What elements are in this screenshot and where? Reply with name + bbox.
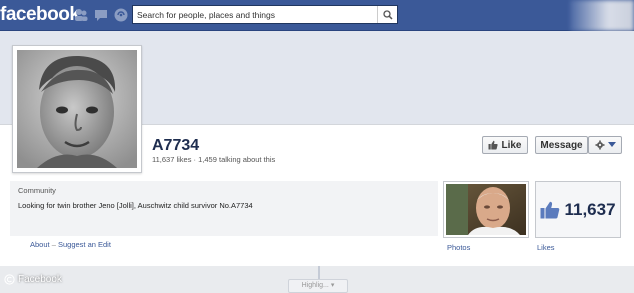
message-button[interactable]: Message — [535, 136, 588, 154]
like-button[interactable]: Like — [482, 136, 528, 154]
blurred-corner — [570, 0, 634, 31]
search-bar — [132, 5, 398, 24]
messages-icon[interactable] — [93, 7, 109, 23]
profile-picture[interactable] — [12, 45, 142, 173]
page-category: Community — [18, 186, 56, 195]
copyright-icon — [4, 274, 15, 285]
thumbs-up-icon — [488, 140, 499, 150]
about-links: About – Suggest an Edit — [30, 240, 111, 249]
facebook-logo[interactable]: facebook — [0, 4, 80, 26]
highlights-dropdown[interactable]: Highlig... ▾ — [288, 279, 348, 293]
like-button-label: Like — [501, 139, 522, 151]
top-navigation-bar: facebook — [0, 0, 634, 31]
chevron-down-icon — [607, 142, 616, 147]
highlights-label: Highlig... — [301, 282, 329, 289]
likes-count: 11,637 — [564, 199, 616, 219]
page-stats: 11,637 likes · 1,459 talking about this — [152, 155, 276, 164]
link-separator: – — [51, 240, 56, 249]
settings-dropdown-button[interactable] — [588, 136, 622, 154]
likes-link[interactable]: Likes — [537, 243, 555, 252]
message-button-label: Message — [540, 139, 583, 151]
image-credit: Facebook — [4, 274, 62, 285]
friend-requests-icon[interactable] — [73, 7, 89, 23]
search-icon — [382, 9, 393, 20]
about-link[interactable]: About — [30, 240, 50, 249]
page-title: A7734 — [152, 137, 200, 154]
notifications-icon[interactable] — [113, 7, 129, 23]
suggest-edit-link[interactable]: Suggest an Edit — [58, 240, 111, 249]
elderly-man-photo — [446, 184, 526, 235]
search-button[interactable] — [377, 6, 397, 23]
photos-tile[interactable] — [443, 181, 529, 238]
child-portrait-image — [17, 50, 137, 168]
thumbs-up-icon — [540, 201, 560, 218]
credit-text: Facebook — [18, 274, 62, 285]
photos-link[interactable]: Photos — [447, 243, 470, 252]
timeline-spine — [318, 266, 320, 280]
search-input[interactable] — [133, 6, 377, 23]
gear-icon — [595, 140, 604, 150]
likes-tile[interactable]: 11,637 — [535, 181, 621, 238]
page-description: Looking for twin brother Jeno [Jolli], A… — [18, 201, 253, 210]
